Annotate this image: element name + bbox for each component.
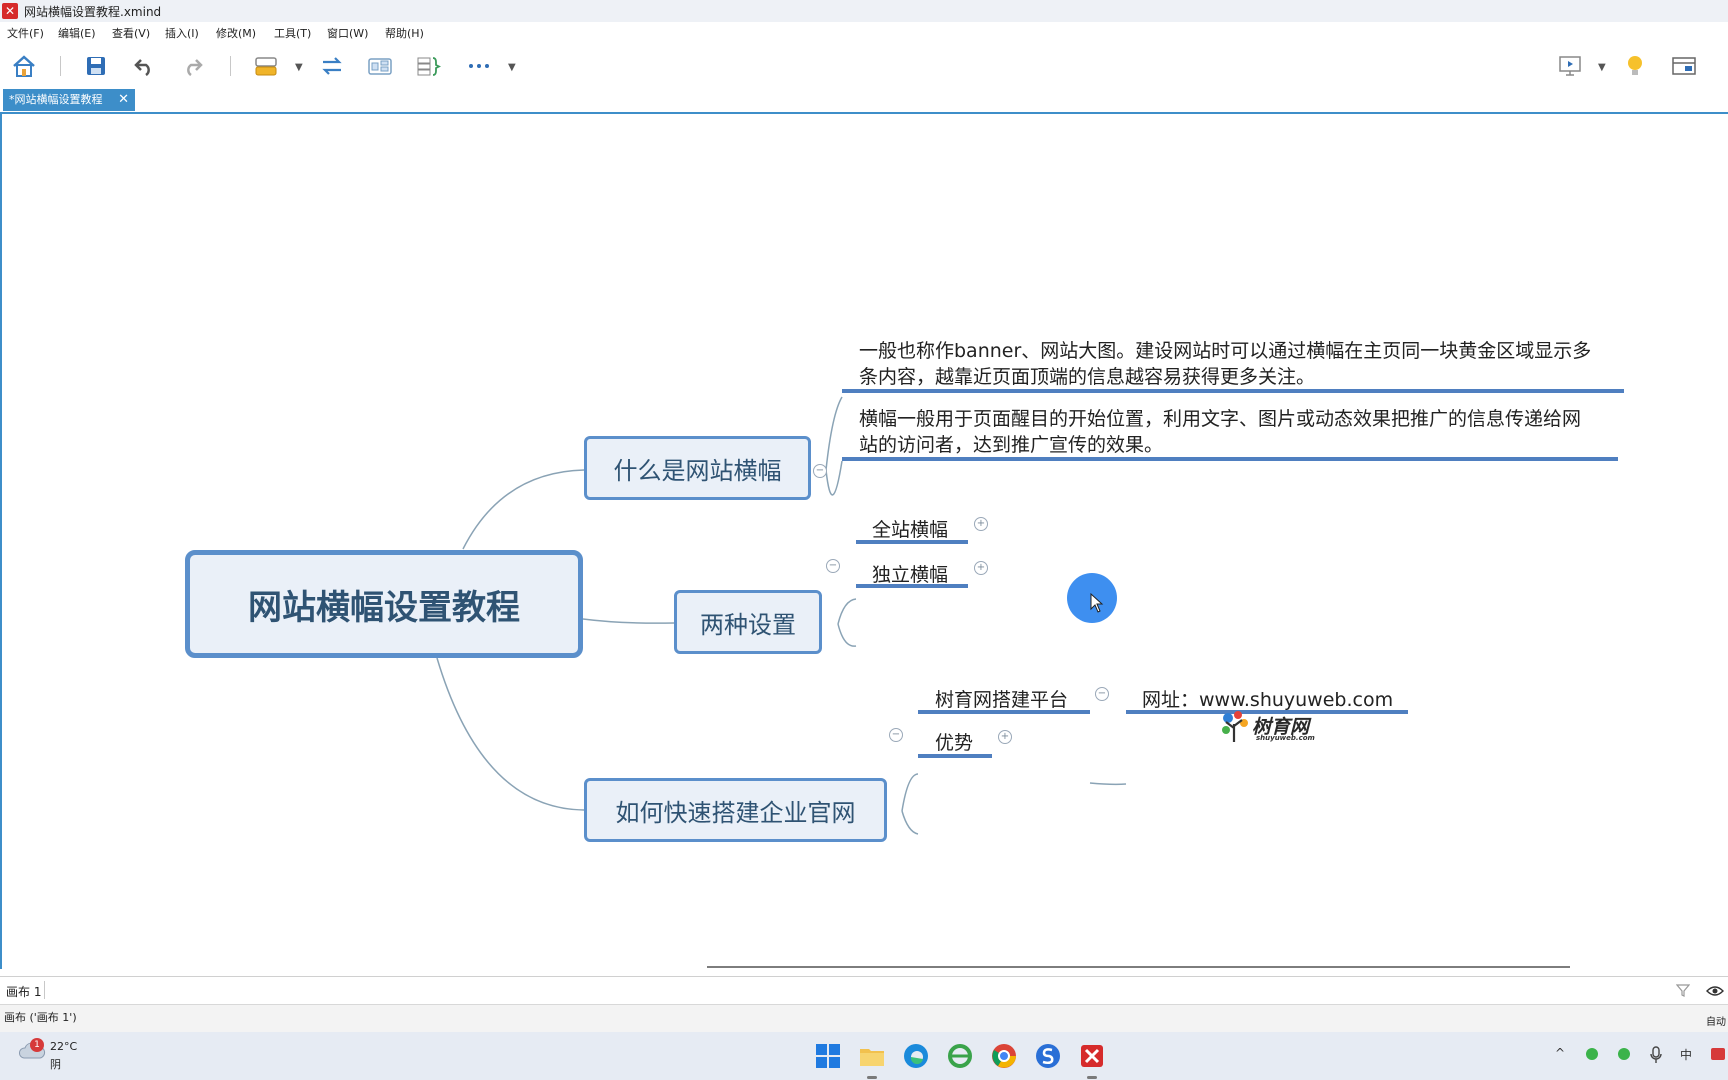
notification-tray-icon[interactable]: [1710, 1046, 1726, 1062]
panel-toggle-icon[interactable]: [1670, 52, 1698, 80]
chevron-up-icon[interactable]: ^: [1555, 1046, 1565, 1060]
collapse-icon[interactable]: −: [889, 728, 903, 742]
collapse-icon[interactable]: −: [1095, 687, 1109, 701]
tree-logo-icon: [1222, 711, 1248, 742]
subtopic-advantages[interactable]: 优势: [935, 728, 973, 755]
logo-subtext: shuyuweb.com: [1256, 734, 1315, 742]
expand-icon[interactable]: +: [974, 517, 988, 531]
home-icon[interactable]: [10, 52, 38, 80]
mindmap-canvas[interactable]: 网站横幅设置教程 什么是网站横幅 − 一般也称作banner、网站大图。建设网站…: [0, 114, 1728, 969]
toolbar: ▼ ▼ ▼: [0, 44, 1728, 88]
sheet-tab-1[interactable]: 画布 1: [6, 983, 41, 1000]
active-app-indicator: [867, 1076, 877, 1079]
sheet-tab-bar: 画布 1: [0, 976, 1728, 1003]
weather-temperature: 22°C: [50, 1040, 78, 1053]
subtopic-underline: [918, 710, 1090, 714]
save-icon[interactable]: [82, 52, 110, 80]
redo-icon[interactable]: [179, 52, 207, 80]
notification-badge: 1: [30, 1038, 44, 1052]
subtopic-sitewide-banner[interactable]: 全站横幅: [872, 515, 948, 542]
chrome-browser-icon[interactable]: [990, 1042, 1018, 1070]
topic-dropdown-icon[interactable]: ▼: [295, 62, 303, 73]
ime-indicator[interactable]: 中: [1680, 1046, 1692, 1063]
note-underline: [842, 389, 1624, 393]
toolbar-separator: [60, 56, 61, 76]
menu-modify[interactable]: 修改(M): [216, 25, 256, 41]
title-bar: ✕ 网站横幅设置教程.xmind: [0, 0, 1728, 22]
filter-icon[interactable]: [1676, 983, 1690, 997]
topic-two-settings[interactable]: 两种设置: [674, 590, 822, 654]
tab-document[interactable]: *网站横幅设置教程 ✕: [3, 89, 135, 111]
subtopic-independent-banner[interactable]: 独立横幅: [872, 560, 948, 587]
menu-insert[interactable]: 插入(I): [165, 25, 199, 41]
eye-icon[interactable]: [1706, 985, 1724, 997]
horizontal-scrollbar[interactable]: [707, 966, 1570, 968]
windows-taskbar: 1 22°C 阴 ^ 中: [0, 1032, 1728, 1080]
window-title: 网站横幅设置教程.xmind: [24, 5, 162, 19]
expand-icon[interactable]: +: [974, 561, 988, 575]
relationship-icon[interactable]: [318, 52, 346, 80]
status-bar: 画布 ('画布 1') 自动: [0, 1004, 1728, 1033]
topic-what-is-banner[interactable]: 什么是网站横幅: [584, 436, 811, 500]
close-icon[interactable]: ✕: [118, 89, 129, 111]
presentation-dropdown-icon[interactable]: ▼: [1598, 62, 1606, 73]
sogou-browser-icon[interactable]: [1034, 1042, 1062, 1070]
ie-browser-icon[interactable]: [946, 1042, 974, 1070]
note-underline: [842, 457, 1618, 461]
central-topic[interactable]: 网站横幅设置教程: [185, 550, 583, 658]
windows-start-icon[interactable]: [814, 1042, 842, 1070]
boundary-icon[interactable]: [366, 52, 394, 80]
toolbar-separator: [230, 56, 231, 76]
wechat-tray-icon[interactable]: [1585, 1046, 1601, 1062]
shuyuweb-logo: 树育网 shuyuweb.com: [1218, 708, 1318, 748]
topic-icon[interactable]: [252, 52, 280, 80]
banner-definition-note[interactable]: 一般也称作banner、网站大图。建设网站时可以通过横幅在主页同一块黄金区域显示…: [859, 338, 1629, 390]
menu-view[interactable]: 查看(V): [112, 25, 150, 41]
menu-bar: 文件(F) 编辑(E) 查看(V) 插入(I) 修改(M) 工具(T) 窗口(W…: [0, 22, 1728, 42]
banner-usage-note[interactable]: 横幅一般用于页面醒目的开始位置，利用文字、图片或动态效果把推广的信息传递给网 站…: [859, 406, 1629, 458]
weather-condition: 阴: [50, 1058, 61, 1071]
subtopic-underline: [918, 754, 992, 758]
microphone-icon[interactable]: [1649, 1046, 1663, 1064]
expand-icon[interactable]: +: [998, 730, 1012, 744]
collapse-icon[interactable]: −: [813, 464, 827, 478]
tab-label: *网站横幅设置教程: [9, 93, 103, 106]
edge-browser-icon[interactable]: [902, 1042, 930, 1070]
mouse-pointer-icon: [1090, 593, 1104, 613]
presentation-icon[interactable]: [1556, 52, 1584, 80]
menu-window[interactable]: 窗口(W): [327, 25, 368, 41]
subtopic-shuyu-platform[interactable]: 树育网搭建平台: [935, 685, 1068, 712]
lightbulb-icon[interactable]: [1621, 52, 1649, 80]
xmind-taskbar-icon[interactable]: [1078, 1042, 1106, 1070]
undo-icon[interactable]: [130, 52, 158, 80]
status-autosave: 自动: [1706, 1017, 1726, 1028]
wechat-tray-icon[interactable]: [1617, 1046, 1633, 1062]
summary-icon[interactable]: [414, 52, 442, 80]
xmind-app-icon: ✕: [2, 3, 18, 19]
status-sheet-name: 画布 ('画布 1'): [4, 1011, 77, 1024]
menu-file[interactable]: 文件(F): [7, 25, 44, 41]
topic-build-official-site[interactable]: 如何快速搭建企业官网: [584, 778, 887, 842]
more-dropdown-icon[interactable]: ▼: [508, 62, 516, 73]
menu-tools[interactable]: 工具(T): [274, 25, 311, 41]
subtopic-underline: [856, 584, 968, 588]
menu-edit[interactable]: 编辑(E): [58, 25, 96, 41]
collapse-icon[interactable]: −: [826, 559, 840, 573]
more-icon[interactable]: [465, 52, 493, 80]
active-app-indicator: [1087, 1076, 1097, 1079]
menu-help[interactable]: 帮助(H): [385, 25, 424, 41]
editor-tab-strip: *网站横幅设置教程 ✕: [0, 88, 1728, 114]
file-explorer-icon[interactable]: [858, 1042, 886, 1070]
subtopic-underline: [856, 540, 968, 544]
sheet-separator: [44, 981, 45, 999]
